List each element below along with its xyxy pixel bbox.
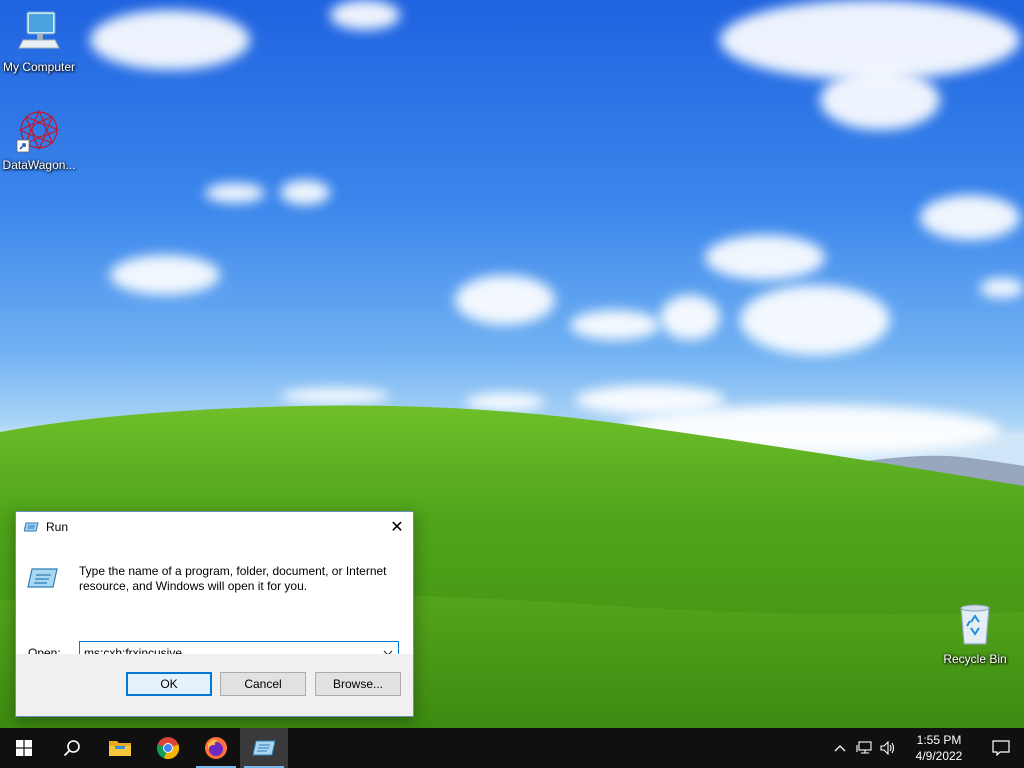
run-dialog-body: Type the name of a program, folder, docu… bbox=[16, 542, 413, 664]
action-center-button[interactable] bbox=[978, 728, 1024, 768]
desktop-icon-label: DataWagon... bbox=[2, 158, 76, 172]
file-explorer-button[interactable] bbox=[96, 728, 144, 768]
desktop-icon-label: Recycle Bin bbox=[943, 652, 1007, 666]
cancel-button[interactable]: Cancel bbox=[220, 672, 306, 696]
start-button[interactable] bbox=[0, 728, 48, 768]
run-dialog-titlebar[interactable]: Run bbox=[16, 512, 413, 542]
desktop-icon-label: My Computer bbox=[2, 60, 76, 74]
close-icon: ✕ bbox=[390, 519, 404, 536]
taskbar-clock[interactable]: 1:55 PM 4/9/2022 bbox=[900, 728, 978, 768]
network-button[interactable] bbox=[852, 728, 876, 768]
search-button[interactable] bbox=[48, 728, 96, 768]
notification-icon bbox=[992, 740, 1010, 756]
windows-start-icon bbox=[16, 740, 32, 756]
desktop-icon-datawagon[interactable]: DataWagon... bbox=[0, 108, 78, 172]
recycle-bin-icon bbox=[951, 602, 999, 650]
datawagon-shortcut-icon bbox=[15, 108, 63, 156]
run-taskbar-button[interactable] bbox=[240, 728, 288, 768]
run-dialog-footer: OK Cancel Browse... bbox=[16, 654, 413, 716]
chrome-button[interactable] bbox=[144, 728, 192, 768]
run-app-icon bbox=[252, 740, 276, 756]
desktop-icon-recycle-bin[interactable]: Recycle Bin bbox=[936, 602, 1014, 666]
ok-button[interactable]: OK bbox=[126, 672, 212, 696]
computer-icon bbox=[15, 10, 63, 58]
run-program-icon bbox=[27, 566, 59, 590]
volume-button[interactable] bbox=[876, 728, 900, 768]
taskbar: 1:55 PM 4/9/2022 bbox=[0, 728, 1024, 768]
firefox-icon bbox=[205, 737, 227, 759]
run-dialog-description: Type the name of a program, folder, docu… bbox=[79, 564, 387, 593]
run-dialog-title: Run bbox=[46, 520, 69, 534]
show-hidden-icons-button[interactable] bbox=[828, 728, 852, 768]
firefox-button[interactable] bbox=[192, 728, 240, 768]
desktop-icon-my-computer[interactable]: My Computer bbox=[0, 10, 78, 74]
run-dialog: Run ✕ Type the name of a program, folder… bbox=[15, 511, 414, 717]
chevron-up-icon bbox=[834, 745, 846, 752]
network-icon bbox=[856, 741, 872, 754]
file-explorer-icon bbox=[109, 741, 131, 756]
chrome-icon bbox=[156, 737, 180, 760]
browse-button[interactable]: Browse... bbox=[315, 672, 401, 696]
close-button[interactable]: ✕ bbox=[381, 512, 413, 542]
run-icon bbox=[23, 521, 40, 533]
clock-date: 4/9/2022 bbox=[915, 749, 963, 763]
system-tray: 1:55 PM 4/9/2022 bbox=[828, 728, 1024, 768]
volume-icon bbox=[880, 741, 895, 755]
clock-time: 1:55 PM bbox=[916, 733, 962, 747]
search-icon bbox=[63, 740, 80, 757]
